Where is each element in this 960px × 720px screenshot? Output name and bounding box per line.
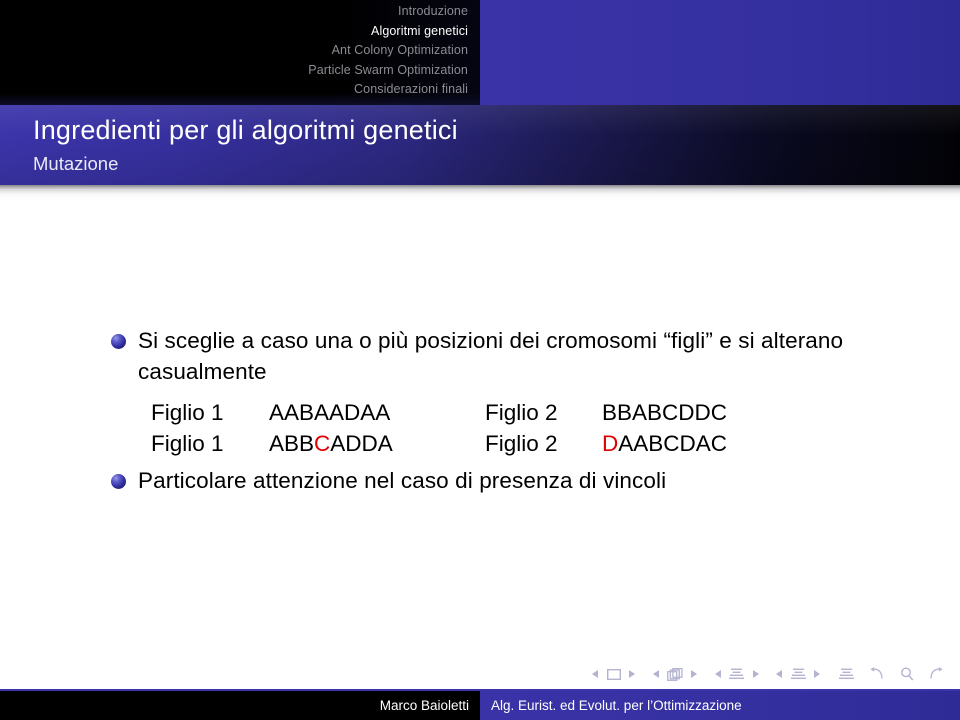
section-navigation-list: Introduzione Algoritmi genetici Ant Colo… (0, 2, 472, 100)
next-slide-arrow-icon[interactable] (628, 660, 636, 688)
footline-author: Marco Baioletti (0, 691, 480, 720)
sequence-a-post: ADDA (330, 431, 393, 456)
next-frame-arrow-icon[interactable] (690, 660, 698, 688)
itemize-list-second: Particolare attenzione nel caso di prese… (0, 465, 960, 496)
prev-subsection-arrow-icon[interactable] (714, 660, 722, 688)
chromosome-sequence-a: AABAADAA (269, 397, 485, 428)
slide-icon[interactable] (606, 665, 625, 682)
nav-item-particle-swarm-optimization[interactable]: Particle Swarm Optimization (0, 61, 472, 81)
list-item-label: Si sceglie a caso una o più posizioni de… (138, 328, 844, 384)
list-item: Si sceglie a caso una o più posizioni de… (0, 325, 960, 387)
beamer-navigation-symbols (0, 660, 960, 688)
chromosome-table: Figlio 1 AABAADAA Figlio 2 BBABCDDC Figlio … (0, 397, 960, 459)
sequence-a-mutation: C (314, 431, 331, 456)
table-row: Figlio 1 AABAADAA Figlio 2 BBABCDDC (0, 397, 960, 428)
frame-navigation-group (650, 660, 701, 688)
chromosome-sequence-b: BBABCDDC (602, 397, 727, 428)
chromosome-label-b: Figlio 2 (485, 431, 558, 456)
sequence-b-post: AABCDAC (618, 431, 728, 456)
forward-icon[interactable] (929, 660, 944, 688)
header-right-panel (480, 0, 960, 105)
sequence-a-pre: AABAADAA (269, 400, 391, 425)
chromosome-sequence-a: ABBCADDA (269, 428, 485, 459)
bullet-ball-icon (111, 334, 126, 349)
slide-content-area: Si sceglie a caso una o più posizioni de… (0, 199, 960, 654)
search-icon[interactable] (900, 660, 914, 688)
slide-navigation-group (589, 660, 638, 688)
next-section-arrow-icon[interactable] (813, 660, 821, 688)
subsection-icon[interactable] (729, 665, 748, 682)
sequence-b-pre: BBABCDDC (602, 400, 728, 425)
list-item: Particolare attenzione nel caso di prese… (0, 465, 960, 496)
nav-item-introduzione[interactable]: Introduzione (0, 2, 472, 22)
title-bar-drop-shadow (0, 185, 960, 199)
nav-item-algoritmi-genetici[interactable]: Algoritmi genetici (0, 22, 472, 42)
bullet-ball-icon (111, 474, 126, 489)
section-navigation-group (773, 660, 823, 688)
doc-icon[interactable] (838, 660, 854, 688)
itemize-list: Si sceglie a caso una o più posizioni de… (0, 325, 960, 387)
chromosome-label-a: Figlio 1 (151, 431, 224, 456)
nav-item-considerazioni-finali[interactable]: Considerazioni finali (0, 80, 472, 100)
section-icon[interactable] (790, 665, 810, 682)
prev-frame-arrow-icon[interactable] (652, 660, 660, 688)
next-subsection-arrow-icon[interactable] (752, 660, 759, 688)
headline-navigation-bar: Introduzione Algoritmi genetici Ant Colo… (0, 0, 960, 105)
footline: Marco Baioletti Alg. Eurist. ed Evolut. … (0, 691, 960, 720)
frame-title-bar: Ingredienti per gli algoritmi genetici M… (0, 105, 960, 185)
footline-title: Alg. Eurist. ed Evolut. per l’Ottimizzaz… (480, 691, 960, 720)
page-subtitle: Mutazione (33, 153, 119, 174)
chromosome-label-b: Figlio 2 (485, 400, 558, 425)
table-row: Figlio 1 ABBCADDA Figlio 2 DAABCDAC (0, 428, 960, 459)
prev-slide-arrow-icon[interactable] (592, 660, 599, 688)
subsection-navigation-group (712, 660, 762, 688)
back-icon[interactable] (869, 660, 884, 688)
list-item-label: Particolare attenzione nel caso di prese… (138, 468, 667, 493)
sequence-b-mutation: D (602, 431, 619, 456)
nav-item-ant-colony-optimization[interactable]: Ant Colony Optimization (0, 41, 472, 61)
chromosome-sequence-b: DAABCDAC (602, 428, 727, 459)
sequence-a-pre: ABB (269, 431, 315, 456)
page-title: Ingredienti per gli algoritmi genetici (33, 115, 458, 145)
frame-stack-icon[interactable] (667, 665, 687, 682)
chromosome-label-a: Figlio 1 (151, 400, 224, 425)
prev-section-arrow-icon[interactable] (776, 660, 783, 688)
